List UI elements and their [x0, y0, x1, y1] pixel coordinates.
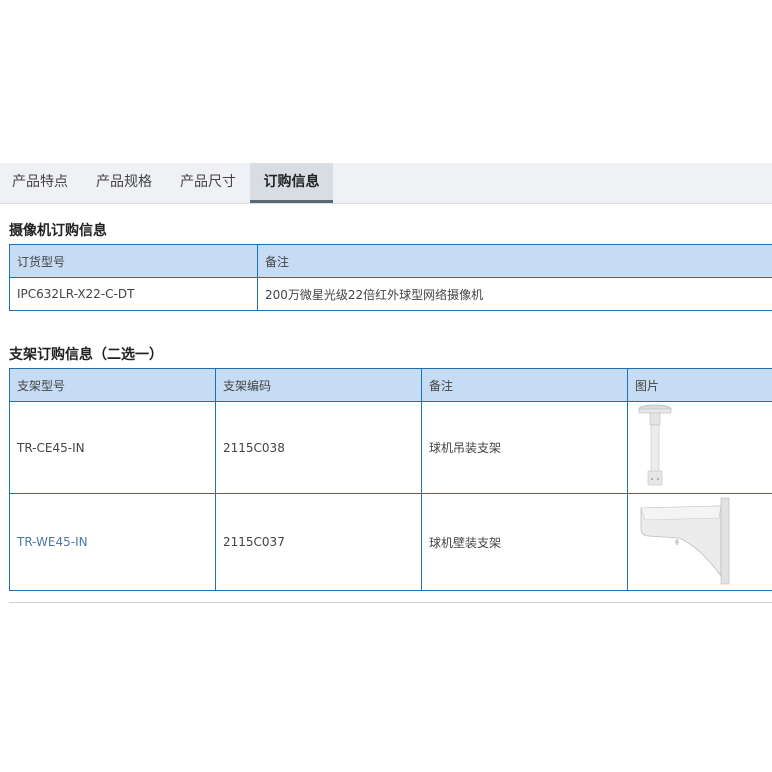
tab-specifications[interactable]: 产品规格 — [84, 163, 164, 203]
bracket-image-cell — [627, 493, 772, 591]
wall-mount-bracket-image — [640, 497, 730, 584]
table-row: TR-WE45-IN 2115C037 球机壁装支架 — [9, 493, 772, 591]
bracket-model-link[interactable]: TR-WE45-IN — [9, 493, 216, 591]
tab-bar: 产品特点 产品规格 产品尺寸 订购信息 — [0, 163, 772, 204]
column-header-note: 备注 — [421, 368, 628, 402]
tab-features[interactable]: 产品特点 — [0, 163, 80, 203]
table-row: IPC632LR-X22-C-DT 200万微星光级22倍红外球型网络摄像机 — [9, 277, 772, 311]
camera-note-cell: 200万微星光级22倍红外球型网络摄像机 — [257, 277, 772, 311]
bracket-image-cell — [627, 401, 772, 494]
bracket-order-table: 支架型号 支架编码 备注 图片 TR-CE45-IN 2115C038 球机吊装… — [9, 368, 772, 591]
table-row: TR-CE45-IN 2115C038 球机吊装支架 — [9, 401, 772, 494]
camera-order-table: 订货型号 备注 IPC632LR-X22-C-DT 200万微星光级22倍红外球… — [9, 244, 772, 311]
section-divider — [9, 602, 772, 603]
bracket-code-cell: 2115C037 — [215, 493, 422, 591]
tab-dimensions[interactable]: 产品尺寸 — [168, 163, 248, 203]
bracket-note-cell: 球机壁装支架 — [421, 493, 628, 591]
table-header-row: 订货型号 备注 — [9, 244, 772, 278]
bracket-note-cell: 球机吊装支架 — [421, 401, 628, 494]
column-header-model: 订货型号 — [9, 244, 258, 278]
table-header-row: 支架型号 支架编码 备注 图片 — [9, 368, 772, 402]
column-header-note: 备注 — [257, 244, 772, 278]
column-header-image: 图片 — [627, 368, 772, 402]
bracket-code-cell: 2115C038 — [215, 401, 422, 494]
bracket-section-title: 支架订购信息（二选一） — [9, 347, 163, 363]
camera-section-title: 摄像机订购信息 — [9, 223, 107, 239]
camera-model-cell: IPC632LR-X22-C-DT — [9, 277, 258, 311]
column-header-bracket-model: 支架型号 — [9, 368, 216, 402]
bracket-model-cell: TR-CE45-IN — [9, 401, 216, 494]
pendant-mount-bracket-image — [638, 404, 672, 486]
tab-ordering-info[interactable]: 订购信息 — [250, 163, 333, 203]
column-header-bracket-code: 支架编码 — [215, 368, 422, 402]
